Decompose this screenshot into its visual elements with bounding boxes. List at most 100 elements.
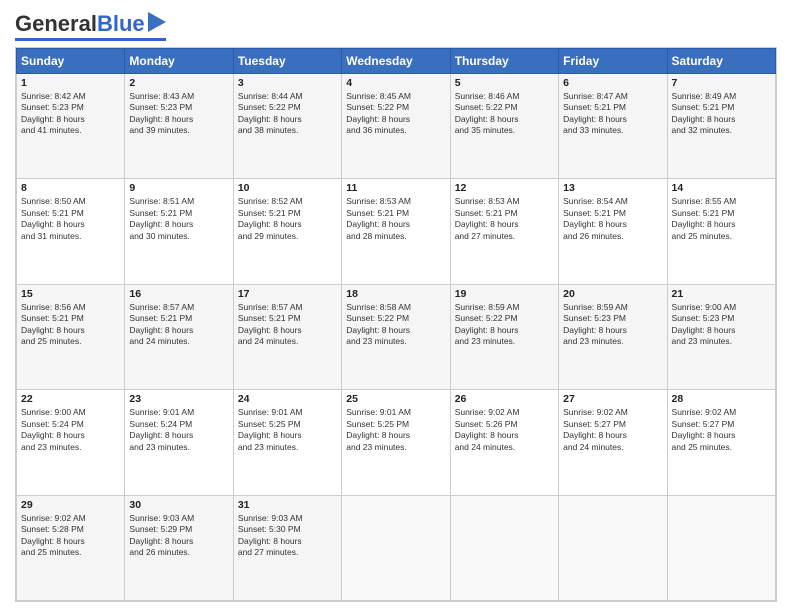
- calendar-cell: 9Sunrise: 8:51 AM Sunset: 5:21 PM Daylig…: [125, 179, 233, 284]
- logo-arrow-icon: [148, 12, 166, 37]
- day-info: Sunrise: 9:01 AM Sunset: 5:25 PM Dayligh…: [238, 407, 337, 453]
- day-info: Sunrise: 8:51 AM Sunset: 5:21 PM Dayligh…: [129, 196, 228, 242]
- day-number: 8: [21, 182, 120, 194]
- calendar-week-row: 1 Sunrise: 8:42 AM Sunset: 5:23 PM Daylig…: [17, 74, 776, 179]
- calendar-cell: 30 Sunrise: 9:03 AM Sunset: 5:29 PM Dayli…: [125, 495, 233, 600]
- day-number: 2: [129, 77, 228, 89]
- day-number: 24: [238, 393, 337, 405]
- header: General Blue: [15, 10, 777, 41]
- calendar-cell: 14 Sunrise: 8:55 AM Sunset: 5:21 PM Dayli…: [667, 179, 775, 284]
- day-number: 30: [129, 499, 228, 511]
- day-info: Sunrise: 8:58 AM Sunset: 5:22 PM Dayligh…: [346, 302, 445, 348]
- logo: General Blue: [15, 10, 166, 41]
- logo-blue-text: Blue: [97, 11, 145, 37]
- calendar-cell: 13 Sunrise: 8:54 AM Sunset: 5:21 PM Dayli…: [559, 179, 667, 284]
- day-number: 28: [672, 393, 771, 405]
- day-info: Sunrise: 8:45 AM Sunset: 5:22 PM Dayligh…: [346, 91, 445, 137]
- calendar-cell: 7 Sunrise: 8:49 AM Sunset: 5:21 PM Daylig…: [667, 74, 775, 179]
- calendar-cell: 1 Sunrise: 8:42 AM Sunset: 5:23 PM Daylig…: [17, 74, 125, 179]
- day-header-thursday: Thursday: [450, 49, 558, 74]
- calendar-cell: 10 Sunrise: 8:52 AM Sunset: 5:21 PM Dayli…: [233, 179, 341, 284]
- day-info: Sunrise: 8:56 AM Sunset: 5:21 PM Dayligh…: [21, 302, 120, 348]
- calendar-cell: [342, 495, 450, 600]
- day-number: 21: [672, 288, 771, 300]
- calendar-cell: 2Sunrise: 8:43 AM Sunset: 5:23 PM Daylig…: [125, 74, 233, 179]
- calendar-cell: 15Sunrise: 8:56 AM Sunset: 5:21 PM Dayli…: [17, 284, 125, 389]
- day-header-wednesday: Wednesday: [342, 49, 450, 74]
- calendar-body: 1 Sunrise: 8:42 AM Sunset: 5:23 PM Daylig…: [17, 74, 776, 601]
- day-info: Sunrise: 8:50 AM Sunset: 5:21 PM Dayligh…: [21, 196, 120, 242]
- day-info: Sunrise: 8:53 AM Sunset: 5:21 PM Dayligh…: [455, 196, 554, 242]
- calendar-cell: 16Sunrise: 8:57 AM Sunset: 5:21 PM Dayli…: [125, 284, 233, 389]
- calendar-cell: [559, 495, 667, 600]
- day-info: Sunrise: 9:00 AM Sunset: 5:23 PM Dayligh…: [672, 302, 771, 348]
- calendar-cell: 28 Sunrise: 9:02 AM Sunset: 5:27 PM Dayli…: [667, 390, 775, 495]
- day-number: 17: [238, 288, 337, 300]
- day-header-friday: Friday: [559, 49, 667, 74]
- day-number: 4: [346, 77, 445, 89]
- day-number: 5: [455, 77, 554, 89]
- calendar-cell: 26Sunrise: 9:02 AM Sunset: 5:26 PM Dayli…: [450, 390, 558, 495]
- calendar-cell: 31Sunrise: 9:03 AM Sunset: 5:30 PM Dayli…: [233, 495, 341, 600]
- day-number: 11: [346, 182, 445, 194]
- calendar: SundayMondayTuesdayWednesdayThursdayFrid…: [15, 47, 777, 602]
- calendar-cell: 23 Sunrise: 9:01 AM Sunset: 5:24 PM Dayli…: [125, 390, 233, 495]
- calendar-cell: 18 Sunrise: 8:58 AM Sunset: 5:22 PM Dayli…: [342, 284, 450, 389]
- calendar-cell: 20Sunrise: 8:59 AM Sunset: 5:23 PM Dayli…: [559, 284, 667, 389]
- day-info: Sunrise: 8:49 AM Sunset: 5:21 PM Dayligh…: [672, 91, 771, 137]
- day-number: 14: [672, 182, 771, 194]
- calendar-cell: 25Sunrise: 9:01 AM Sunset: 5:25 PM Dayli…: [342, 390, 450, 495]
- day-number: 13: [563, 182, 662, 194]
- day-info: Sunrise: 9:03 AM Sunset: 5:29 PM Dayligh…: [129, 513, 228, 559]
- day-info: Sunrise: 9:01 AM Sunset: 5:25 PM Dayligh…: [346, 407, 445, 453]
- calendar-cell: 24 Sunrise: 9:01 AM Sunset: 5:25 PM Dayli…: [233, 390, 341, 495]
- calendar-cell: 27Sunrise: 9:02 AM Sunset: 5:27 PM Dayli…: [559, 390, 667, 495]
- day-info: Sunrise: 9:00 AM Sunset: 5:24 PM Dayligh…: [21, 407, 120, 453]
- day-header-monday: Monday: [125, 49, 233, 74]
- day-info: Sunrise: 9:03 AM Sunset: 5:30 PM Dayligh…: [238, 513, 337, 559]
- day-info: Sunrise: 8:46 AM Sunset: 5:22 PM Dayligh…: [455, 91, 554, 137]
- day-info: Sunrise: 8:55 AM Sunset: 5:21 PM Dayligh…: [672, 196, 771, 242]
- logo-general-text: General: [15, 11, 97, 37]
- day-number: 12: [455, 182, 554, 194]
- day-info: Sunrise: 8:42 AM Sunset: 5:23 PM Dayligh…: [21, 91, 120, 137]
- calendar-cell: 5 Sunrise: 8:46 AM Sunset: 5:22 PM Daylig…: [450, 74, 558, 179]
- day-number: 19: [455, 288, 554, 300]
- calendar-week-row: 22Sunrise: 9:00 AM Sunset: 5:24 PM Dayli…: [17, 390, 776, 495]
- calendar-cell: [667, 495, 775, 600]
- day-info: Sunrise: 8:52 AM Sunset: 5:21 PM Dayligh…: [238, 196, 337, 242]
- day-number: 23: [129, 393, 228, 405]
- calendar-cell: [450, 495, 558, 600]
- day-info: Sunrise: 8:59 AM Sunset: 5:22 PM Dayligh…: [455, 302, 554, 348]
- day-info: Sunrise: 8:47 AM Sunset: 5:21 PM Dayligh…: [563, 91, 662, 137]
- calendar-cell: 6Sunrise: 8:47 AM Sunset: 5:21 PM Daylig…: [559, 74, 667, 179]
- day-info: Sunrise: 8:54 AM Sunset: 5:21 PM Dayligh…: [563, 196, 662, 242]
- calendar-week-row: 8 Sunrise: 8:50 AM Sunset: 5:21 PM Daylig…: [17, 179, 776, 284]
- calendar-week-row: 29 Sunrise: 9:02 AM Sunset: 5:28 PM Dayli…: [17, 495, 776, 600]
- calendar-week-row: 15Sunrise: 8:56 AM Sunset: 5:21 PM Dayli…: [17, 284, 776, 389]
- day-number: 16: [129, 288, 228, 300]
- day-info: Sunrise: 8:53 AM Sunset: 5:21 PM Dayligh…: [346, 196, 445, 242]
- day-number: 7: [672, 77, 771, 89]
- day-info: Sunrise: 9:02 AM Sunset: 5:27 PM Dayligh…: [672, 407, 771, 453]
- day-number: 18: [346, 288, 445, 300]
- day-number: 29: [21, 499, 120, 511]
- day-info: Sunrise: 9:01 AM Sunset: 5:24 PM Dayligh…: [129, 407, 228, 453]
- day-number: 1: [21, 77, 120, 89]
- day-number: 3: [238, 77, 337, 89]
- calendar-cell: 21 Sunrise: 9:00 AM Sunset: 5:23 PM Dayli…: [667, 284, 775, 389]
- calendar-cell: 19 Sunrise: 8:59 AM Sunset: 5:22 PM Dayli…: [450, 284, 558, 389]
- day-info: Sunrise: 8:44 AM Sunset: 5:22 PM Dayligh…: [238, 91, 337, 137]
- day-info: Sunrise: 9:02 AM Sunset: 5:27 PM Dayligh…: [563, 407, 662, 453]
- calendar-cell: 29 Sunrise: 9:02 AM Sunset: 5:28 PM Dayli…: [17, 495, 125, 600]
- calendar-cell: 17Sunrise: 8:57 AM Sunset: 5:21 PM Dayli…: [233, 284, 341, 389]
- calendar-cell: 3 Sunrise: 8:44 AM Sunset: 5:22 PM Daylig…: [233, 74, 341, 179]
- day-info: Sunrise: 9:02 AM Sunset: 5:28 PM Dayligh…: [21, 513, 120, 559]
- logo-underline: [15, 38, 166, 41]
- calendar-cell: 11 Sunrise: 8:53 AM Sunset: 5:21 PM Dayli…: [342, 179, 450, 284]
- calendar-cell: 4 Sunrise: 8:45 AM Sunset: 5:22 PM Daylig…: [342, 74, 450, 179]
- day-info: Sunrise: 8:59 AM Sunset: 5:23 PM Dayligh…: [563, 302, 662, 348]
- calendar-cell: 12 Sunrise: 8:53 AM Sunset: 5:21 PM Dayli…: [450, 179, 558, 284]
- day-number: 10: [238, 182, 337, 194]
- calendar-header-row: SundayMondayTuesdayWednesdayThursdayFrid…: [17, 49, 776, 74]
